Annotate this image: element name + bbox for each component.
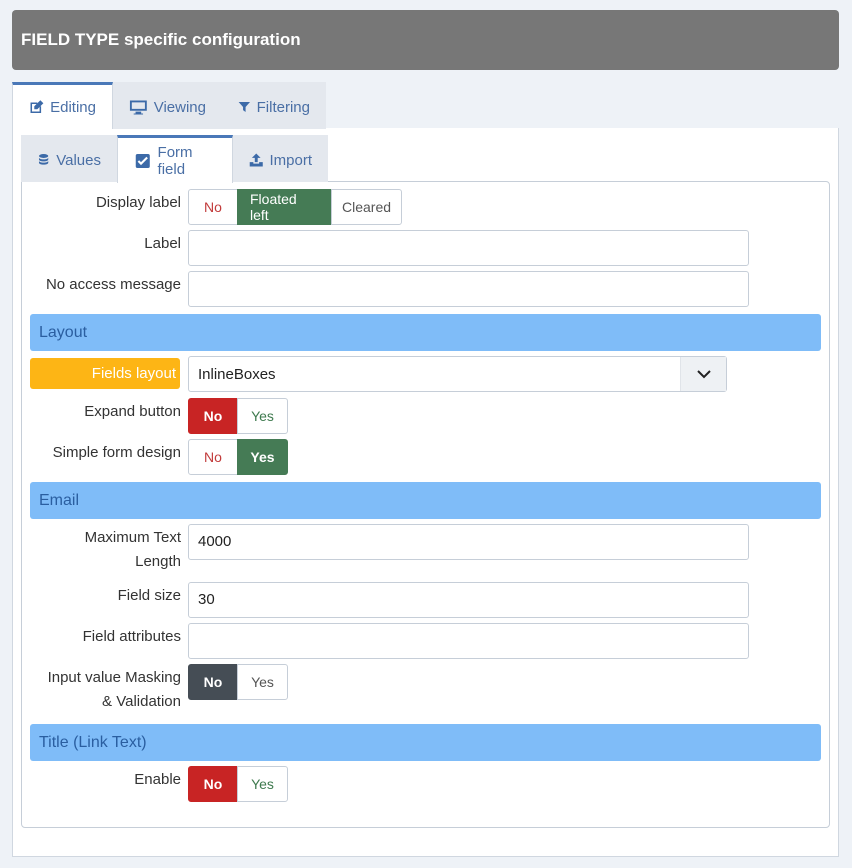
fields-layout-select[interactable]: InlineBoxes: [188, 356, 727, 392]
input-masking-toggle: No Yes: [188, 664, 288, 700]
label-field-label: Label: [144, 235, 181, 252]
monitor-icon: [129, 100, 147, 115]
display-label-cleared-button[interactable]: Cleared: [331, 189, 402, 225]
enable-no-button[interactable]: No: [188, 766, 238, 802]
enable-yes-button[interactable]: Yes: [237, 766, 288, 802]
field-size-label: Field size: [117, 587, 181, 604]
no-access-message-input[interactable]: [188, 271, 749, 307]
chevron-down-icon[interactable]: [680, 357, 726, 391]
expand-button-label: Expand button: [84, 403, 181, 420]
outer-tab-bar: Editing Viewing Filtering: [12, 82, 326, 129]
max-text-length-label: Maximum Text Length: [84, 529, 181, 570]
no-access-message-label: No access message: [45, 276, 181, 293]
input-masking-label: Input value Masking & Validation: [47, 669, 181, 710]
display-label-label: Display label: [95, 194, 181, 211]
edit-icon: [30, 100, 44, 114]
page-header: FIELD TYPE specific configuration: [12, 10, 839, 70]
database-icon: [38, 154, 49, 165]
input-masking-yes-button[interactable]: Yes: [237, 664, 288, 700]
enable-label: Enable: [134, 771, 181, 788]
field-attributes-input[interactable]: [188, 623, 749, 659]
fields-layout-value: InlineBoxes: [198, 365, 276, 383]
inner-tab-bar: Values Form field Import: [21, 135, 328, 183]
tab-import[interactable]: Import: [233, 135, 328, 182]
fields-layout-label: Fields layout: [30, 358, 180, 389]
simple-form-design-yes-button[interactable]: Yes: [237, 439, 288, 475]
simple-form-design-toggle: No Yes: [188, 439, 288, 475]
layout-section-header: Layout: [30, 314, 821, 351]
tab-filtering[interactable]: Filtering: [222, 82, 326, 129]
expand-button-no-button[interactable]: No: [188, 398, 238, 434]
label-input[interactable]: [188, 230, 749, 266]
display-label-floated-left-button[interactable]: Floated left: [237, 189, 332, 225]
title-section-header: Title (Link Text): [30, 724, 821, 761]
filter-icon: [238, 101, 251, 113]
simple-form-design-no-button[interactable]: No: [188, 439, 238, 475]
checkbox-icon: [135, 153, 150, 168]
field-attributes-label: Field attributes: [82, 628, 181, 645]
input-masking-no-button[interactable]: No: [188, 664, 238, 700]
expand-button-yes-button[interactable]: Yes: [237, 398, 288, 434]
upload-icon: [249, 153, 263, 167]
tab-form-field[interactable]: Form field: [117, 135, 233, 183]
page-title: FIELD TYPE specific configuration: [21, 30, 301, 49]
enable-toggle: No Yes: [188, 766, 288, 802]
email-section-header: Email: [30, 482, 821, 519]
expand-button-toggle: No Yes: [188, 398, 288, 434]
display-label-toggle: No Floated left Cleared: [188, 189, 402, 225]
max-text-length-input[interactable]: 4000: [188, 524, 749, 560]
tab-viewing[interactable]: Viewing: [113, 82, 222, 129]
tab-editing[interactable]: Editing: [12, 82, 113, 129]
display-label-no-button[interactable]: No: [188, 189, 238, 225]
field-size-input[interactable]: 30: [188, 582, 749, 618]
tab-values[interactable]: Values: [21, 135, 117, 182]
simple-form-design-label: Simple form design: [52, 444, 181, 461]
